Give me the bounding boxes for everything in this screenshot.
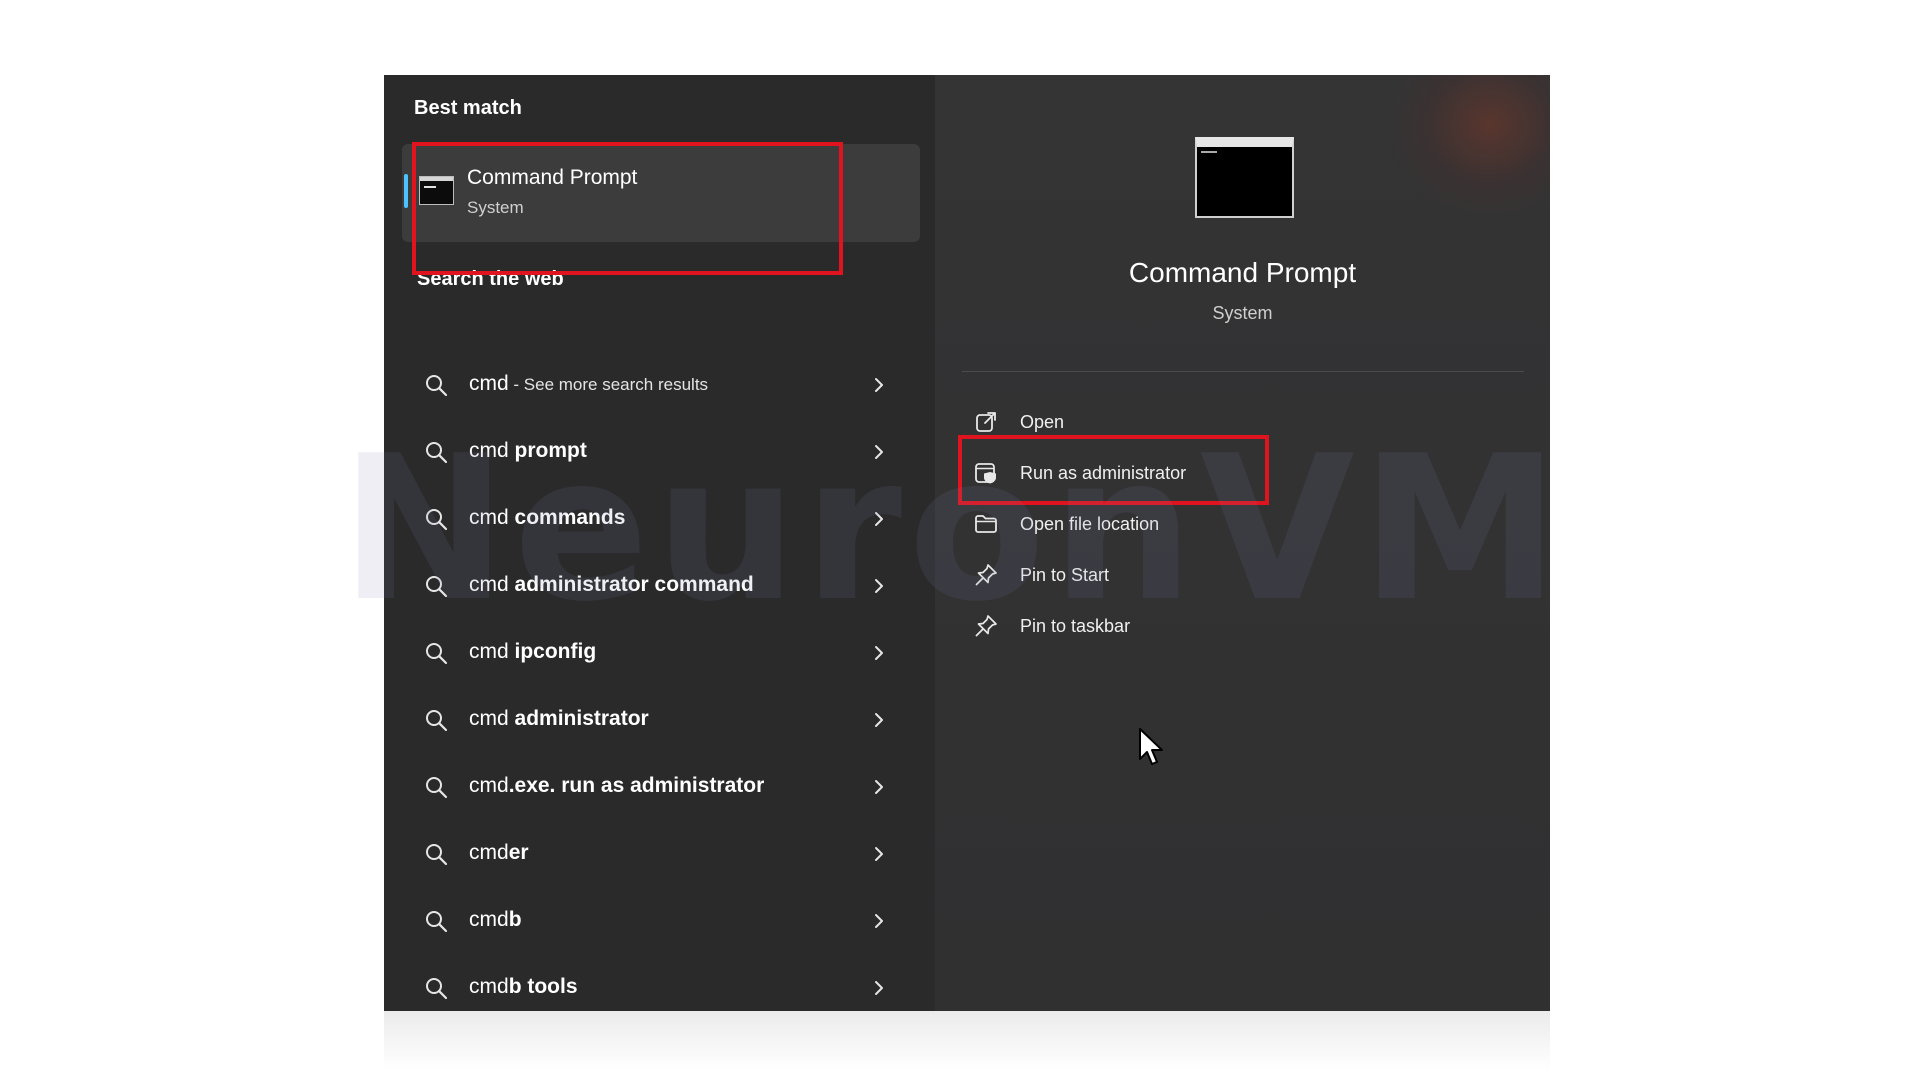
panel-shadow — [384, 1011, 1550, 1071]
web-result-item[interactable]: cmdb — [384, 889, 935, 956]
query-suggestion: .exe. run as administrator — [508, 774, 765, 797]
query-prefix: cmd — [469, 640, 515, 663]
web-result-item[interactable]: cmd prompt — [384, 420, 935, 487]
pin-to-taskbar-label: Pin to taskbar — [1020, 616, 1131, 636]
web-result-item[interactable]: cmd commands — [384, 487, 935, 554]
shield-admin-icon — [975, 463, 996, 484]
query-prefix: cmd — [469, 774, 509, 797]
background-glow — [1390, 75, 1550, 215]
query-prefix: cmd — [469, 908, 509, 931]
selection-indicator — [404, 174, 408, 208]
query-prefix: cmd — [469, 975, 509, 998]
prompt-line — [1201, 151, 1217, 153]
search-icon — [426, 710, 448, 732]
query-suggestion: er — [508, 841, 529, 864]
query-prefix: cmd — [469, 506, 515, 529]
chevron-right-icon[interactable] — [872, 909, 886, 933]
run-as-administrator-label: Run as administrator — [1020, 463, 1187, 483]
web-result-label: cmd administrator — [469, 707, 649, 731]
best-match-item[interactable]: Command Prompt System — [402, 144, 920, 242]
web-result-label: cmdb tools — [469, 975, 578, 999]
web-result-label: cmd ipconfig — [469, 640, 596, 664]
search-icon — [426, 978, 448, 1000]
chevron-right-icon[interactable] — [872, 373, 886, 397]
web-result-label: cmd administrator command — [469, 573, 754, 597]
web-result-label: cmdb — [469, 908, 522, 932]
open-file-location-label: Open file location — [1020, 514, 1160, 534]
open-file-location-action[interactable]: Open file location — [974, 506, 1374, 542]
cmd-icon — [419, 176, 454, 205]
query-suggestion: commands — [514, 506, 626, 529]
pin-to-start-label: Pin to Start — [1020, 565, 1110, 585]
best-match-name: Command Prompt — [467, 166, 638, 189]
open-action-label: Open — [1020, 412, 1065, 432]
chevron-right-icon[interactable] — [872, 708, 886, 732]
chevron-right-icon[interactable] — [872, 440, 886, 464]
web-result-item[interactable]: cmder — [384, 822, 935, 889]
chevron-right-icon[interactable] — [872, 641, 886, 665]
web-result-label: cmd prompt — [469, 439, 587, 463]
preview-app-name: Command Prompt — [1128, 257, 1357, 288]
best-match-subtitle: System — [467, 198, 524, 217]
pin-icon — [975, 564, 997, 586]
query-prefix: cmd — [469, 707, 515, 730]
open-external-icon — [976, 412, 996, 432]
search-icon — [426, 375, 448, 397]
pin-to-start-action[interactable]: Pin to Start — [974, 557, 1374, 593]
web-results-list: cmd - See more search results cmd prompt c… — [384, 353, 935, 1011]
run-as-administrator-action[interactable]: Run as administrator — [974, 455, 1374, 491]
query-suggestion: administrator command — [514, 573, 754, 596]
query-prefix: cmd — [469, 372, 509, 395]
web-result-item[interactable]: cmd administrator — [384, 688, 935, 755]
web-result-label: cmd commands — [469, 506, 625, 530]
web-result-item[interactable]: cmdb tools — [384, 956, 935, 1011]
chevron-right-icon[interactable] — [872, 842, 886, 866]
query-suggestion: b — [508, 908, 522, 931]
web-result-label: cmd.exe. run as administrator — [469, 774, 764, 798]
search-icon — [426, 844, 448, 866]
query-prefix: cmd — [469, 573, 515, 596]
query-suggestion: b tools — [508, 975, 578, 998]
web-result-label: cmd - See more search results — [469, 372, 708, 396]
query-suggestion: ipconfig — [514, 640, 597, 663]
pin-to-taskbar-action[interactable]: Pin to taskbar — [974, 608, 1374, 644]
mouse-cursor-icon — [1139, 728, 1163, 765]
app-preview-pane: Command Prompt System Open Run as admini… — [935, 75, 1550, 1011]
search-web-heading: Search the web — [417, 268, 564, 290]
chevron-right-icon[interactable] — [872, 976, 886, 1000]
web-result-item[interactable]: cmd ipconfig — [384, 621, 935, 688]
search-icon — [426, 576, 448, 598]
best-match-heading: Best match — [414, 97, 522, 119]
screenshot-canvas: Best match Command Prompt System Search … — [0, 0, 1920, 1080]
search-icon — [426, 442, 448, 464]
web-result-item[interactable]: cmd - See more search results — [384, 353, 935, 420]
pin-icon — [975, 615, 997, 637]
search-icon — [426, 777, 448, 799]
chevron-right-icon[interactable] — [872, 574, 886, 598]
query-prefix: cmd — [469, 841, 509, 864]
query-prefix: cmd — [469, 439, 515, 462]
preview-app-subtitle: System — [1212, 303, 1273, 323]
cmd-icon — [1195, 137, 1294, 218]
query-suggestion: administrator — [514, 707, 649, 730]
query-suggestion: prompt — [514, 439, 587, 462]
see-more-note: - See more search results — [508, 375, 709, 394]
chevron-right-icon[interactable] — [872, 775, 886, 799]
search-results-pane: Best match Command Prompt System Search … — [384, 75, 935, 1011]
search-icon — [426, 509, 448, 531]
search-icon — [426, 911, 448, 933]
web-result-label: cmder — [469, 841, 529, 865]
divider — [962, 371, 1524, 372]
chevron-right-icon[interactable] — [872, 507, 886, 531]
web-result-item[interactable]: cmd administrator command — [384, 554, 935, 621]
web-result-item[interactable]: cmd.exe. run as administrator — [384, 755, 935, 822]
start-search-panel: Best match Command Prompt System Search … — [384, 75, 1550, 1011]
search-icon — [426, 643, 448, 665]
folder-icon — [975, 515, 997, 533]
open-action[interactable]: Open — [974, 404, 1374, 440]
